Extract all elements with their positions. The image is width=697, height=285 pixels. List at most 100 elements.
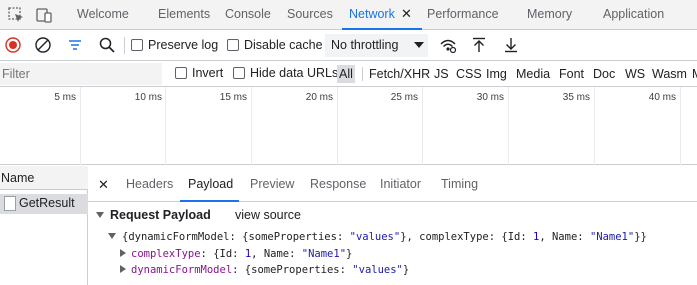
search-icon[interactable] <box>98 36 116 54</box>
filter-type-css[interactable]: CSS <box>454 65 484 83</box>
json-punct: , <box>539 231 552 243</box>
triangle-right-icon <box>120 265 126 273</box>
json-key: Name <box>263 248 290 260</box>
invert-checkbox[interactable] <box>175 67 187 79</box>
timeline-tick-label: 10 ms <box>134 92 162 103</box>
json-punct: : <box>336 231 350 243</box>
payload-root-line[interactable]: {dynamicFormModel: {someProperties: "val… <box>108 231 647 243</box>
tab-performance[interactable]: Performance <box>427 0 499 29</box>
request-payload-header[interactable]: Request Payload <box>96 208 211 222</box>
payload-panel: Request Payload view source {dynamicForm… <box>88 203 697 285</box>
triangle-down-icon <box>108 233 116 239</box>
clear-icon[interactable] <box>34 36 52 54</box>
tab-initiator[interactable]: Initiator <box>380 166 421 202</box>
export-har-icon[interactable] <box>502 36 520 54</box>
hide-data-urls-checkbox[interactable] <box>233 67 245 79</box>
filter-type-fetch-xhr[interactable]: Fetch/XHR <box>367 65 432 83</box>
json-punct: }} <box>634 231 647 243</box>
request-detail-tabs: ✕ Headers Payload Preview Response Initi… <box>88 166 697 202</box>
tab-headers[interactable]: Headers <box>126 166 173 202</box>
json-key: complexType <box>419 231 489 243</box>
filter-bar: Invert Hide data URLs All Fetch/XHR JS C… <box>0 61 697 87</box>
filter-type-doc[interactable]: Doc <box>591 65 617 83</box>
close-detail-icon[interactable]: ✕ <box>98 177 109 193</box>
json-key: someProperties <box>251 264 340 276</box>
json-key: dynamicFormModel <box>128 231 230 243</box>
json-string: "Name1" <box>301 248 347 260</box>
timeline-overview[interactable]: 5 ms 10 ms 15 ms 20 ms 25 ms 30 ms 35 ms… <box>0 87 697 165</box>
json-string: "values" <box>352 264 403 276</box>
filter-type-img[interactable]: Img <box>484 65 509 83</box>
json-punct: } <box>346 248 353 260</box>
network-conditions-icon[interactable] <box>439 36 457 54</box>
tab-payload[interactable]: Payload <box>180 166 239 202</box>
filter-type-ws[interactable]: WS <box>623 65 647 83</box>
hide-data-urls-label: Hide data URLs <box>250 66 339 80</box>
toolbar-divider <box>124 37 125 54</box>
timeline-tick-label: 30 ms <box>476 92 504 103</box>
filter-icon[interactable] <box>66 36 84 54</box>
json-punct: , <box>251 248 264 260</box>
inspect-element-icon[interactable] <box>7 6 25 24</box>
disable-cache-label: Disable cache <box>244 38 323 52</box>
device-toolbar-icon[interactable] <box>35 6 53 24</box>
timeline-gridline <box>251 87 252 165</box>
record-icon[interactable] <box>4 36 22 54</box>
filter-input[interactable] <box>0 63 162 85</box>
payload-complextype-line[interactable]: complexType: {Id: 1, Name: "Name1"} <box>120 248 352 260</box>
tab-preview[interactable]: Preview <box>250 166 294 202</box>
tab-timing[interactable]: Timing <box>441 166 478 202</box>
json-punct: : <box>289 248 302 260</box>
chevron-down-icon <box>414 42 424 48</box>
filter-divider <box>362 67 363 81</box>
filter-type-js[interactable]: JS <box>432 65 451 83</box>
preserve-log-checkbox[interactable] <box>131 39 143 51</box>
tab-memory[interactable]: Memory <box>527 0 572 29</box>
payload-dynamicformmodel-line[interactable]: dynamicFormModel: {someProperties: "valu… <box>120 264 409 276</box>
triangle-right-icon <box>120 249 126 257</box>
tab-welcome[interactable]: Welcome <box>77 0 129 29</box>
json-punct: : { <box>229 231 249 243</box>
tab-sources[interactable]: Sources <box>287 0 333 29</box>
preserve-log-label: Preserve log <box>148 38 219 52</box>
tab-console[interactable]: Console <box>225 0 271 29</box>
json-punct: : <box>520 231 533 243</box>
view-source-link[interactable]: view source <box>235 208 301 222</box>
json-punct: : <box>339 264 353 276</box>
json-punct: : { <box>488 231 508 243</box>
filter-type-media[interactable]: Media <box>514 65 552 83</box>
throttling-select[interactable]: No throttling <box>325 34 428 57</box>
request-row[interactable]: GetResult <box>0 194 88 214</box>
json-string: "Name1" <box>589 231 635 243</box>
tab-elements[interactable]: Elements <box>158 0 210 29</box>
json-punct: : { <box>232 264 252 276</box>
timeline-gridline <box>680 87 681 165</box>
json-key: someProperties <box>248 231 337 243</box>
tab-application[interactable]: Application <box>603 0 664 29</box>
filter-type-all[interactable]: All <box>337 65 355 83</box>
filter-type-font[interactable]: Font <box>557 65 586 83</box>
tab-response[interactable]: Response <box>310 166 366 202</box>
devtools-tab-bar: Welcome Elements Console Sources Network… <box>0 0 697 30</box>
json-key: Id <box>219 248 233 260</box>
timeline-gridline <box>422 87 423 165</box>
network-toolbar: Preserve log Disable cache No throttling <box>0 30 697 61</box>
json-key: Id <box>507 231 521 243</box>
request-list: Name GetResult <box>0 166 88 285</box>
json-punct: : { <box>200 248 220 260</box>
json-key: Name <box>551 231 578 243</box>
import-har-icon[interactable] <box>470 36 488 54</box>
disable-cache-checkbox[interactable] <box>227 39 239 51</box>
document-icon <box>4 196 16 211</box>
close-tab-icon[interactable]: ✕ <box>401 0 412 29</box>
triangle-down-icon <box>96 212 104 218</box>
json-punct: : <box>577 231 590 243</box>
tab-network-label: Network <box>349 7 395 21</box>
json-string: "values" <box>349 231 401 243</box>
request-name: GetResult <box>19 196 75 210</box>
request-payload-title: Request Payload <box>110 208 211 222</box>
timeline-tick-label: 35 ms <box>562 92 590 103</box>
filter-type-wasm[interactable]: Wasm <box>650 65 689 83</box>
name-column-header[interactable]: Name <box>0 166 88 190</box>
filter-type-manifest[interactable]: M <box>690 65 697 83</box>
